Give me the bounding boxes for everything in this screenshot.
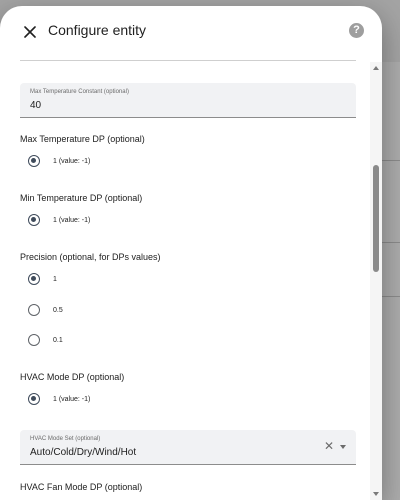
configure-entity-dialog: Configure entity ? Max Temperature Const… xyxy=(0,6,382,500)
dialog-title: Configure entity xyxy=(48,22,147,38)
help-icon[interactable]: ? xyxy=(349,23,364,38)
field-label: HVAC Mode Set (optional) xyxy=(30,436,101,442)
header-divider xyxy=(20,60,356,61)
radio-label: 1 xyxy=(53,275,57,283)
radio-checked-icon[interactable] xyxy=(28,273,40,285)
radio-label: 0.1 xyxy=(53,336,63,344)
radio-label: 1 (value: -1) xyxy=(53,157,91,165)
radio-label: 1 (value: -1) xyxy=(53,395,91,403)
radio-unchecked-icon[interactable] xyxy=(28,334,40,346)
radio-label: 1 (value: -1) xyxy=(53,216,91,224)
scrollbar[interactable] xyxy=(370,62,382,500)
field-value: 40 xyxy=(30,100,42,111)
radio-checked-icon[interactable] xyxy=(28,155,40,167)
min-temperature-dp-option[interactable]: 1 (value: -1) xyxy=(28,212,90,228)
hvac-mode-dp-option[interactable]: 1 (value: -1) xyxy=(28,391,90,407)
scroll-down-arrow-icon[interactable] xyxy=(373,492,379,496)
max-temperature-dp-title: Max Temperature DP (optional) xyxy=(20,134,145,144)
precision-option-0-5[interactable]: 0.5 xyxy=(28,302,63,318)
hvac-fan-mode-dp-title: HVAC Fan Mode DP (optional) xyxy=(20,482,143,492)
scrollbar-thumb[interactable] xyxy=(373,165,379,272)
radio-checked-icon[interactable] xyxy=(28,393,40,405)
max-temperature-dp-option[interactable]: 1 (value: -1) xyxy=(28,153,90,169)
dialog-header: Configure entity ? xyxy=(0,6,382,58)
scroll-up-arrow-icon[interactable] xyxy=(373,66,379,70)
clear-icon[interactable]: ✕ xyxy=(324,440,334,452)
precision-title: Precision (optional, for DPs values) xyxy=(20,252,161,262)
dropdown-arrow-icon[interactable] xyxy=(340,445,346,449)
radio-unchecked-icon[interactable] xyxy=(28,304,40,316)
radio-checked-icon[interactable] xyxy=(28,214,40,226)
max-temperature-constant-field[interactable]: Max Temperature Constant (optional) 40 xyxy=(20,83,356,118)
precision-option-0-1[interactable]: 0.1 xyxy=(28,332,63,348)
precision-option-1[interactable]: 1 xyxy=(28,271,57,287)
field-value: Auto/Cold/Dry/Wind/Hot xyxy=(30,447,137,458)
dialog-content: Max Temperature Constant (optional) 40 M… xyxy=(0,62,370,500)
field-label: Max Temperature Constant (optional) xyxy=(30,89,129,95)
hvac-mode-set-select[interactable]: HVAC Mode Set (optional) Auto/Cold/Dry/W… xyxy=(20,430,356,465)
close-icon xyxy=(24,26,36,38)
close-button[interactable] xyxy=(18,20,42,44)
radio-label: 0.5 xyxy=(53,306,63,314)
hvac-mode-dp-title: HVAC Mode DP (optional) xyxy=(20,372,125,382)
min-temperature-dp-title: Min Temperature DP (optional) xyxy=(20,193,143,203)
